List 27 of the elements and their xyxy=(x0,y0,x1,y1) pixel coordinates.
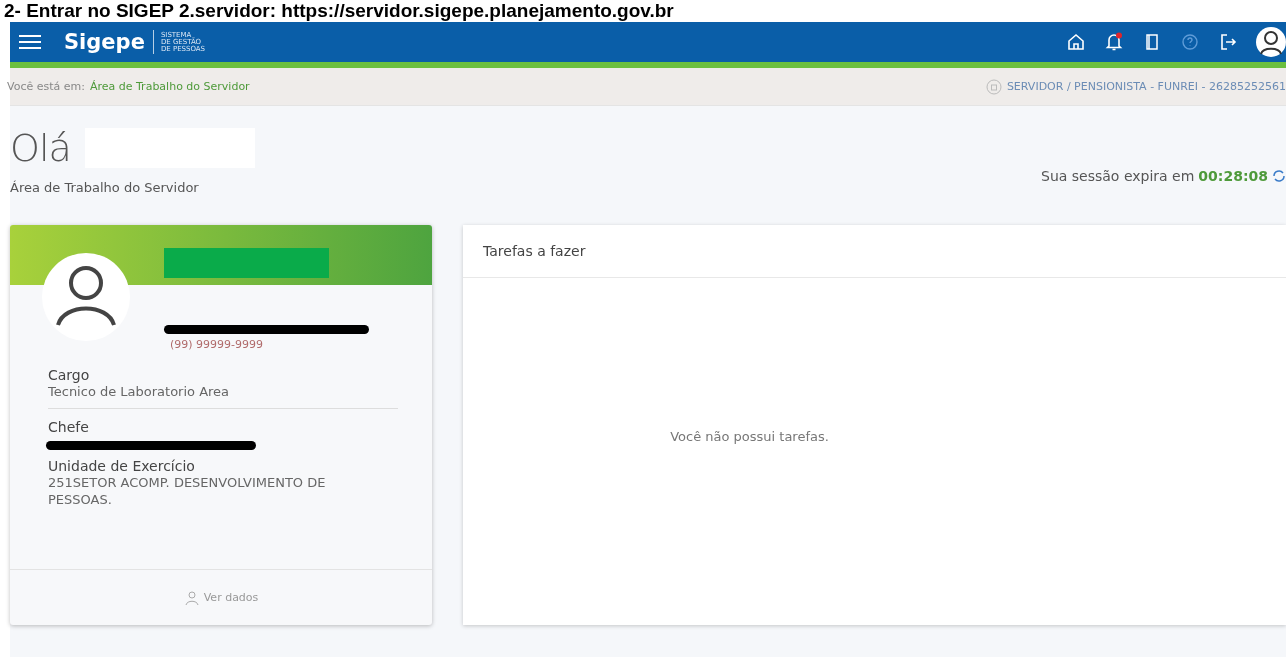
brand-logo[interactable]: Sigepe xyxy=(64,30,154,54)
refresh-icon[interactable] xyxy=(1272,168,1286,183)
logout-icon[interactable] xyxy=(1218,32,1238,52)
empty-message: Você não possui tarefas. xyxy=(670,429,829,444)
home-icon[interactable] xyxy=(1066,32,1086,52)
document-caption: 2- Entrar no SIGEP 2.servidor: https://servidor.sigepe.planejamento.gov.br xyxy=(3,0,675,22)
greeting-title: Olá xyxy=(10,126,71,170)
page-subtitle: Área de Trabalho do Servidor xyxy=(10,180,200,195)
view-data-link[interactable]: Ver dados xyxy=(183,589,259,606)
field-label: Cargo xyxy=(48,367,91,383)
user-avatar-icon xyxy=(42,253,130,341)
session-time: 00:28:08 xyxy=(1198,167,1268,184)
breadcrumb-link[interactable]: Área de Trabalho do Servidor xyxy=(89,80,250,93)
field-label: Unidade de Exercício xyxy=(48,458,196,474)
panel-title: Tarefas a fazer xyxy=(483,243,586,259)
person-icon xyxy=(183,589,200,606)
profile-link[interactable]: SERVIDOR / PENSIONISTA - FUNREI - 26285252561 xyxy=(1006,80,1286,93)
field-value: Tecnico de Laboratorio Area xyxy=(48,383,231,400)
user-avatar-icon[interactable] xyxy=(1256,27,1286,57)
profile-switch-icon[interactable] xyxy=(985,78,1002,95)
breadcrumb-label: Você está em: xyxy=(7,80,85,93)
menu-icon[interactable] xyxy=(18,34,42,50)
phone-number: (99) 99999-9999 xyxy=(170,338,265,351)
field-label: Chefe xyxy=(48,419,90,435)
field-value: 251SETOR ACOMP. DESENVOLVIMENTO DE PESSOAS. xyxy=(48,474,327,508)
bell-icon[interactable] xyxy=(1104,32,1124,52)
session-label: Sua sessão expira em xyxy=(1041,167,1195,184)
